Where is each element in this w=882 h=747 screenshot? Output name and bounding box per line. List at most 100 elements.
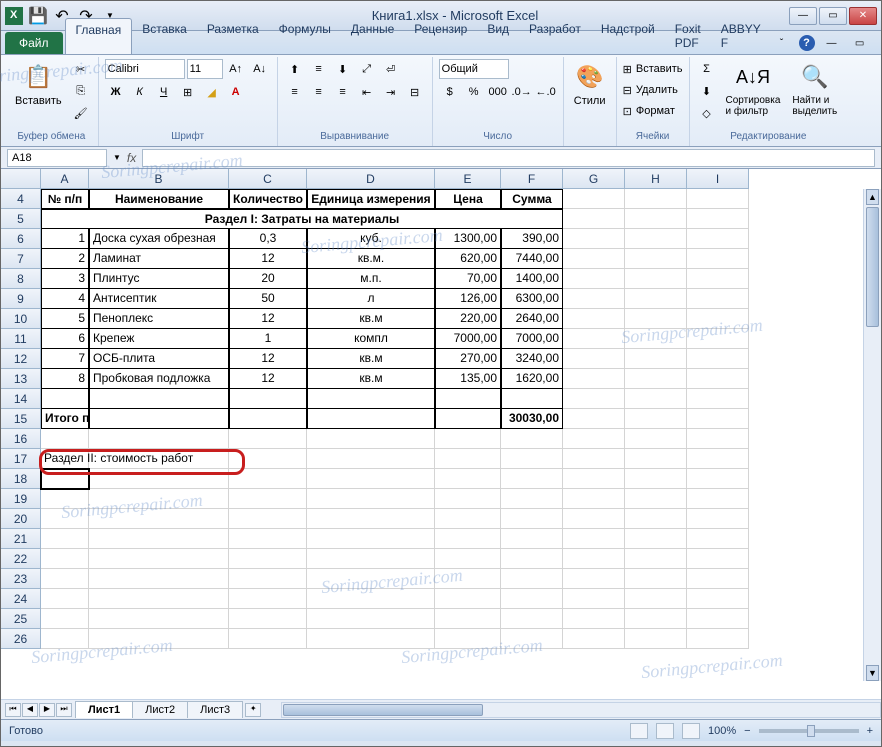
cell[interactable]	[307, 569, 435, 589]
cell[interactable]	[563, 289, 625, 309]
align-bottom-icon[interactable]: ⬇	[332, 59, 354, 79]
row-header[interactable]: 5	[1, 209, 41, 229]
cell[interactable]	[625, 389, 687, 409]
cell[interactable]: 50	[229, 289, 307, 309]
cell[interactable]	[435, 409, 501, 429]
cell[interactable]	[307, 509, 435, 529]
column-header[interactable]: H	[625, 169, 687, 189]
cell[interactable]	[307, 429, 435, 449]
fx-icon[interactable]: fx	[127, 151, 136, 165]
cell[interactable]	[435, 509, 501, 529]
row-header[interactable]: 6	[1, 229, 41, 249]
cell[interactable]	[307, 449, 435, 469]
close-button[interactable]: ✕	[849, 7, 877, 25]
zoom-in-icon[interactable]: +	[867, 725, 873, 737]
cell[interactable]: кв.м	[307, 349, 435, 369]
cell[interactable]	[625, 289, 687, 309]
cell[interactable]	[563, 189, 625, 209]
find-select-button[interactable]: 🔍 Найти и выделить	[788, 59, 841, 119]
cell[interactable]	[687, 429, 749, 449]
cell[interactable]	[89, 449, 229, 469]
cell[interactable]	[687, 609, 749, 629]
cell[interactable]: 1620,00	[501, 369, 563, 389]
decrease-indent-icon[interactable]: ⇤	[356, 82, 378, 102]
cell[interactable]	[625, 409, 687, 429]
cell[interactable]	[563, 529, 625, 549]
row-header[interactable]: 25	[1, 609, 41, 629]
cell[interactable]	[625, 509, 687, 529]
cell[interactable]	[307, 549, 435, 569]
cell[interactable]: куб.	[307, 229, 435, 249]
cell[interactable]	[41, 389, 89, 409]
font-name-select[interactable]	[105, 59, 185, 79]
cell[interactable]	[41, 589, 89, 609]
cell[interactable]: 135,00	[435, 369, 501, 389]
cell[interactable]	[89, 529, 229, 549]
workbook-minimize-icon[interactable]: —	[821, 32, 843, 54]
column-header[interactable]: E	[435, 169, 501, 189]
cell[interactable]	[563, 509, 625, 529]
cell[interactable]	[563, 229, 625, 249]
cell[interactable]: 3240,00	[501, 349, 563, 369]
hscroll-thumb[interactable]	[283, 704, 483, 716]
cell[interactable]	[435, 449, 501, 469]
cell[interactable]	[229, 549, 307, 569]
sheet-last-icon[interactable]: ⏭	[56, 703, 72, 717]
number-format-select[interactable]	[439, 59, 509, 79]
cell[interactable]	[687, 209, 749, 229]
autosum-icon[interactable]: Σ	[696, 59, 718, 79]
cell[interactable]	[563, 329, 625, 349]
cell[interactable]: компл	[307, 329, 435, 349]
cell[interactable]: 20	[229, 269, 307, 289]
cell[interactable]	[687, 189, 749, 209]
cell[interactable]	[89, 509, 229, 529]
zoom-slider[interactable]	[759, 729, 859, 733]
cell[interactable]	[501, 489, 563, 509]
cell[interactable]: Антисептик	[89, 289, 229, 309]
cell[interactable]	[307, 469, 435, 489]
cell[interactable]	[563, 369, 625, 389]
cell[interactable]: 1	[229, 329, 307, 349]
cell[interactable]	[41, 429, 89, 449]
column-header[interactable]: D	[307, 169, 435, 189]
cell[interactable]	[625, 309, 687, 329]
vscroll-thumb[interactable]	[866, 207, 879, 327]
column-header[interactable]: I	[687, 169, 749, 189]
cell[interactable]: 0,3	[229, 229, 307, 249]
column-header[interactable]: B	[89, 169, 229, 189]
orientation-icon[interactable]: ⤢	[356, 59, 378, 79]
cell[interactable]	[89, 409, 229, 429]
cell[interactable]	[687, 289, 749, 309]
cell[interactable]: 2640,00	[501, 309, 563, 329]
cell[interactable]: 1	[41, 229, 89, 249]
cell[interactable]: Пеноплекс	[89, 309, 229, 329]
cell[interactable]	[307, 589, 435, 609]
new-sheet-icon[interactable]: ✦	[245, 703, 261, 717]
cell[interactable]: Количество	[229, 189, 307, 209]
minimize-ribbon-icon[interactable]: ˇ	[771, 32, 793, 54]
cell[interactable]: Цена	[435, 189, 501, 209]
cell[interactable]: Единица измерения	[307, 189, 435, 209]
cell[interactable]	[435, 469, 501, 489]
cell[interactable]: 12	[229, 309, 307, 329]
cell[interactable]	[501, 529, 563, 549]
workbook-restore-icon[interactable]: ▭	[849, 32, 871, 54]
ribbon-tab[interactable]: Вид	[477, 18, 519, 54]
cell[interactable]	[41, 529, 89, 549]
cell[interactable]	[501, 609, 563, 629]
cell[interactable]	[563, 349, 625, 369]
cell[interactable]	[687, 229, 749, 249]
clear-icon[interactable]: ◇	[696, 103, 718, 123]
decrease-font-icon[interactable]: A↓	[249, 59, 271, 79]
sheet-tab[interactable]: Лист2	[132, 701, 188, 718]
cell[interactable]	[687, 329, 749, 349]
cell[interactable]	[563, 489, 625, 509]
row-header[interactable]: 18	[1, 469, 41, 489]
cell[interactable]	[229, 529, 307, 549]
cell[interactable]	[89, 469, 229, 489]
insert-cells-button[interactable]: ⊞Вставить	[623, 59, 683, 79]
cell[interactable]	[563, 549, 625, 569]
help-icon[interactable]: ?	[799, 35, 815, 51]
cell[interactable]	[435, 389, 501, 409]
cell[interactable]	[501, 429, 563, 449]
